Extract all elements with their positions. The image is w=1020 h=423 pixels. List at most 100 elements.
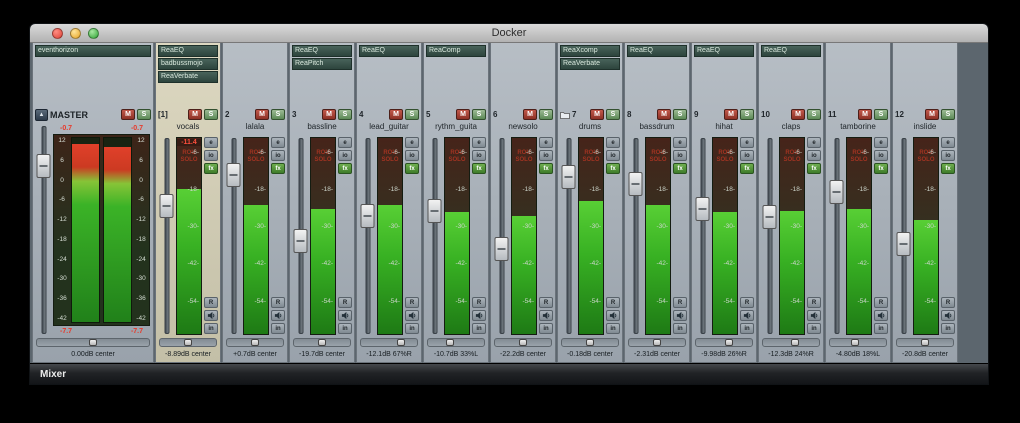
master-volume-fader[interactable] xyxy=(36,126,51,334)
window-titlebar[interactable]: Docker xyxy=(30,24,988,43)
pan-thumb[interactable] xyxy=(251,339,259,346)
fx-button[interactable]: fx xyxy=(204,163,218,174)
fx-slot[interactable]: ReaXcomp xyxy=(560,45,620,57)
monitor-button[interactable] xyxy=(673,310,687,321)
fx-slot[interactable]: ReaPitch xyxy=(292,58,352,70)
track-name[interactable]: inslide xyxy=(895,121,955,133)
solo-button[interactable]: S xyxy=(405,109,419,120)
io-routing-button[interactable]: io xyxy=(673,150,687,161)
track-name[interactable]: rythm_guita xyxy=(426,121,486,133)
envelope-button[interactable]: e xyxy=(338,137,352,148)
volume-fader[interactable] xyxy=(628,138,643,334)
fx-button[interactable]: fx xyxy=(941,163,955,174)
input-button[interactable]: in xyxy=(204,323,218,334)
mute-button[interactable]: M xyxy=(255,109,269,120)
track-name[interactable]: lead_guitar xyxy=(359,121,419,133)
fader-thumb[interactable] xyxy=(293,228,308,253)
io-routing-button[interactable]: io xyxy=(204,150,218,161)
fx-slot[interactable]: ReaEQ xyxy=(158,45,218,57)
record-arm-button[interactable]: R xyxy=(941,297,955,308)
mute-button[interactable]: M xyxy=(456,109,470,120)
pan-slider[interactable] xyxy=(226,338,284,347)
fx-button[interactable]: fx xyxy=(606,163,620,174)
io-routing-button[interactable]: io xyxy=(271,150,285,161)
track-name[interactable]: bassline xyxy=(292,121,352,133)
fx-button[interactable]: fx xyxy=(472,163,486,174)
fx-button[interactable]: fx xyxy=(807,163,821,174)
track-name[interactable]: claps xyxy=(761,121,821,133)
solo-button[interactable]: S xyxy=(673,109,687,120)
fader-thumb[interactable] xyxy=(494,236,509,261)
volume-fader[interactable] xyxy=(427,138,442,334)
input-button[interactable]: in xyxy=(271,323,285,334)
solo-button[interactable]: S xyxy=(874,109,888,120)
pan-thumb[interactable] xyxy=(850,339,859,346)
fx-button[interactable]: fx xyxy=(271,163,285,174)
io-routing-button[interactable]: io xyxy=(874,150,888,161)
mute-button[interactable]: M xyxy=(791,109,805,120)
solo-button[interactable]: S xyxy=(338,109,352,120)
volume-fader[interactable] xyxy=(360,138,375,334)
monitor-button[interactable] xyxy=(271,310,285,321)
fader-thumb[interactable] xyxy=(561,165,576,190)
volume-fader[interactable] xyxy=(561,138,576,334)
pan-thumb[interactable] xyxy=(791,339,800,346)
monitor-button[interactable] xyxy=(204,310,218,321)
fader-thumb[interactable] xyxy=(427,199,442,224)
pan-slider[interactable] xyxy=(293,338,351,347)
fx-slot[interactable]: ReaVerbate xyxy=(560,58,620,70)
fader-thumb[interactable] xyxy=(226,162,241,187)
fader-thumb[interactable] xyxy=(896,232,911,257)
fx-button[interactable]: fx xyxy=(874,163,888,174)
pan-thumb[interactable] xyxy=(318,339,326,346)
monitor-button[interactable] xyxy=(874,310,888,321)
pan-thumb[interactable] xyxy=(653,339,661,346)
record-arm-button[interactable]: R xyxy=(740,297,754,308)
volume-fader[interactable] xyxy=(293,138,308,334)
pan-slider[interactable] xyxy=(159,338,217,347)
pan-thumb[interactable] xyxy=(586,339,594,346)
input-button[interactable]: in xyxy=(740,323,754,334)
fader-thumb[interactable] xyxy=(360,203,375,228)
mute-button[interactable]: M xyxy=(188,109,202,120)
pan-thumb[interactable] xyxy=(89,339,97,346)
io-routing-button[interactable]: io xyxy=(606,150,620,161)
fx-slot[interactable]: eventhorizon xyxy=(35,45,151,57)
volume-fader[interactable] xyxy=(896,138,911,334)
master-pan-slider[interactable] xyxy=(36,338,150,347)
fx-slot[interactable]: ReaEQ xyxy=(694,45,754,57)
mute-button[interactable]: M xyxy=(322,109,336,120)
io-routing-button[interactable]: io xyxy=(941,150,955,161)
solo-button[interactable]: S xyxy=(807,109,821,120)
volume-fader[interactable] xyxy=(159,138,174,334)
pan-slider[interactable] xyxy=(561,338,619,347)
track-name[interactable]: tamborine xyxy=(828,121,888,133)
fader-thumb[interactable] xyxy=(36,154,51,179)
solo-button[interactable]: S xyxy=(204,109,218,120)
record-arm-button[interactable]: R xyxy=(204,297,218,308)
record-arm-button[interactable]: R xyxy=(472,297,486,308)
input-button[interactable]: in xyxy=(874,323,888,334)
fader-thumb[interactable] xyxy=(628,172,643,197)
input-button[interactable]: in xyxy=(405,323,419,334)
mute-button[interactable]: M xyxy=(925,109,939,120)
fader-thumb[interactable] xyxy=(695,197,710,222)
fader-thumb[interactable] xyxy=(762,204,777,229)
monitor-button[interactable] xyxy=(338,310,352,321)
volume-fader[interactable] xyxy=(494,138,509,334)
envelope-button[interactable]: e xyxy=(606,137,620,148)
fader-thumb[interactable] xyxy=(829,180,844,205)
pan-slider[interactable] xyxy=(427,338,485,347)
input-button[interactable]: in xyxy=(673,323,687,334)
input-button[interactable]: in xyxy=(807,323,821,334)
fx-button[interactable]: fx xyxy=(740,163,754,174)
master-mute-button[interactable]: M xyxy=(121,109,135,120)
pan-slider[interactable] xyxy=(494,338,552,347)
envelope-button[interactable]: e xyxy=(941,137,955,148)
mute-button[interactable]: M xyxy=(858,109,872,120)
close-button[interactable] xyxy=(52,28,63,39)
solo-button[interactable]: S xyxy=(941,109,955,120)
mute-button[interactable]: M xyxy=(389,109,403,120)
fx-button[interactable]: fx xyxy=(338,163,352,174)
monitor-button[interactable] xyxy=(472,310,486,321)
